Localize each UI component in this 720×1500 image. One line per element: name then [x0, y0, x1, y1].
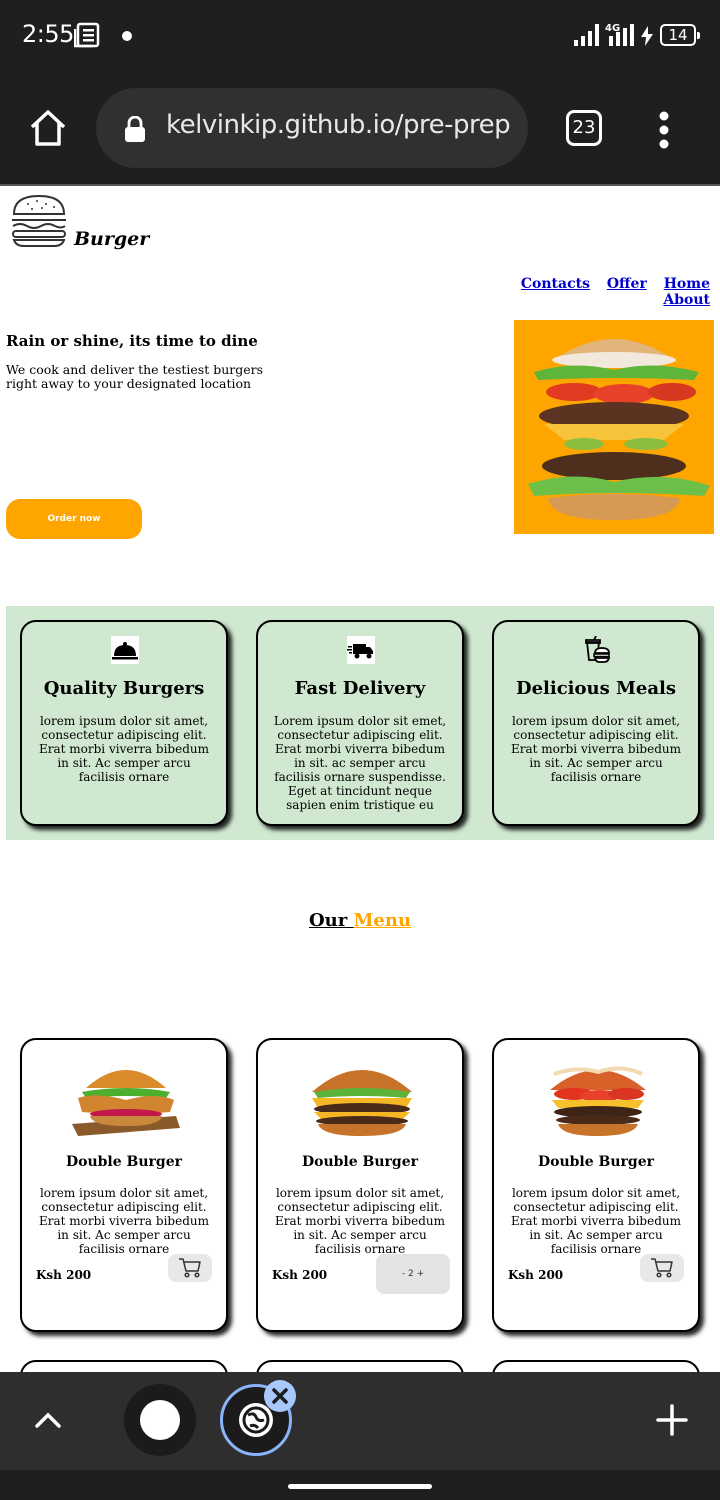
feature-text: lorem ipsum dolor sit amet, consectetur … — [39, 714, 209, 784]
burger-logo-icon — [12, 194, 66, 247]
more-options-icon[interactable] — [652, 110, 676, 150]
hero-title: Rain or shine, its time to dine — [6, 332, 258, 350]
cheese-burger-image — [312, 1070, 412, 1136]
cart-icon — [179, 1258, 201, 1278]
menu-card: Double Burger lorem ipsum dolor sit amet… — [20, 1038, 228, 1332]
feature-title: Quality Burgers — [43, 678, 205, 699]
system-nav-bar — [0, 1470, 720, 1500]
close-tab-button[interactable] — [264, 1380, 296, 1412]
notification-dot — [122, 31, 132, 41]
home-icon[interactable] — [26, 106, 70, 150]
feature-card-quality: Quality Burgers lorem ipsum dolor sit am… — [20, 620, 228, 826]
nav-link-offer[interactable]: Offer — [607, 276, 647, 292]
feature-text: Lorem ipsum dolor sit emet, consectetur … — [273, 714, 447, 812]
menu-card: Double Burger lorem ipsum dolor sit amet… — [256, 1038, 464, 1332]
bacon-burger-image — [550, 1066, 646, 1136]
nav-link-about[interactable]: About — [663, 292, 710, 308]
add-to-cart-button[interactable] — [168, 1254, 212, 1282]
menu-item-price: Ksh 200 — [508, 1268, 564, 1282]
battery-level: 14 — [660, 24, 700, 46]
menu-item-price: Ksh 200 — [272, 1268, 328, 1282]
status-bar: 2:55 4G 14 — [0, 0, 720, 72]
charging-icon — [641, 26, 653, 46]
feature-card-delivery: Fast Delivery Lorem ipsum dolor sit emet… — [256, 620, 464, 826]
add-to-cart-button[interactable] — [640, 1254, 684, 1282]
menu-card-partial — [492, 1360, 700, 1372]
feature-title: Delicious Meals — [515, 678, 677, 699]
tab-switcher-button[interactable]: 23 — [566, 110, 602, 146]
menu-item-name: Double Burger — [301, 1154, 418, 1170]
browser-toolbar: kelvinkip.github.io/pre-prep24 23 — [0, 72, 720, 184]
delivery-truck-icon — [347, 636, 375, 664]
address-bar[interactable]: kelvinkip.github.io/pre-prep24 — [96, 88, 528, 168]
chevron-up-icon[interactable] — [32, 1404, 64, 1436]
brand-name: Burger — [74, 228, 150, 250]
feature-title: Fast Delivery — [294, 678, 426, 699]
feature-text: lorem ipsum dolor sit amet, consectetur … — [511, 714, 681, 784]
menu-heading-part2: Menu — [353, 910, 412, 931]
fast-food-icon — [585, 636, 611, 663]
menu-item-name: Double Burger — [65, 1154, 182, 1170]
web-page: Burger Contacts Offer Home About Rain or… — [0, 184, 720, 1372]
close-icon — [272, 1388, 288, 1404]
menu-card-partial — [256, 1360, 464, 1372]
menu-heading-part1: Our — [308, 910, 354, 931]
new-tab-icon[interactable] — [654, 1402, 690, 1438]
nav-link-contacts[interactable]: Contacts — [521, 276, 590, 292]
menu-card-partial — [20, 1360, 228, 1372]
status-time: 2:55 — [22, 20, 74, 48]
menu-item-description: lorem ipsum dolor sit amet, consectetur … — [511, 1186, 681, 1256]
menu-card: Double Burger lorem ipsum dolor sit amet… — [492, 1038, 700, 1332]
menu-item-price: Ksh 200 — [36, 1268, 92, 1282]
hero-burger-image — [514, 320, 714, 534]
menu-item-description: lorem ipsum dolor sit amet, consectetur … — [39, 1186, 209, 1256]
hero-text: We cook and deliver the testiest burgers… — [6, 362, 264, 391]
order-now-button[interactable]: Order now — [6, 499, 142, 539]
record-button[interactable] — [124, 1384, 196, 1456]
quantity-stepper[interactable]: - 2 + — [376, 1254, 450, 1294]
menu-item-description: lorem ipsum dolor sit amet, consectetur … — [275, 1186, 445, 1256]
bottom-toolbar — [0, 1372, 720, 1470]
home-gesture-bar[interactable] — [288, 1484, 432, 1489]
menu-heading: Our Menu — [0, 910, 720, 931]
menu-item-name: Double Burger — [537, 1154, 654, 1170]
feature-card-meals: Delicious Meals lorem ipsum dolor sit am… — [492, 620, 700, 826]
cart-icon — [651, 1258, 673, 1278]
url-text[interactable]: kelvinkip.github.io/pre-prep24 — [166, 110, 510, 140]
features-section: Quality Burgers lorem ipsum dolor sit am… — [6, 606, 714, 840]
lock-icon[interactable] — [124, 116, 146, 142]
nav-link-home[interactable]: Home — [664, 276, 710, 292]
crispy-chicken-burger-image — [72, 1064, 180, 1136]
signal-icon: 4G — [574, 23, 634, 46]
news-notification-icon — [74, 22, 100, 48]
cloche-icon — [111, 636, 139, 664]
